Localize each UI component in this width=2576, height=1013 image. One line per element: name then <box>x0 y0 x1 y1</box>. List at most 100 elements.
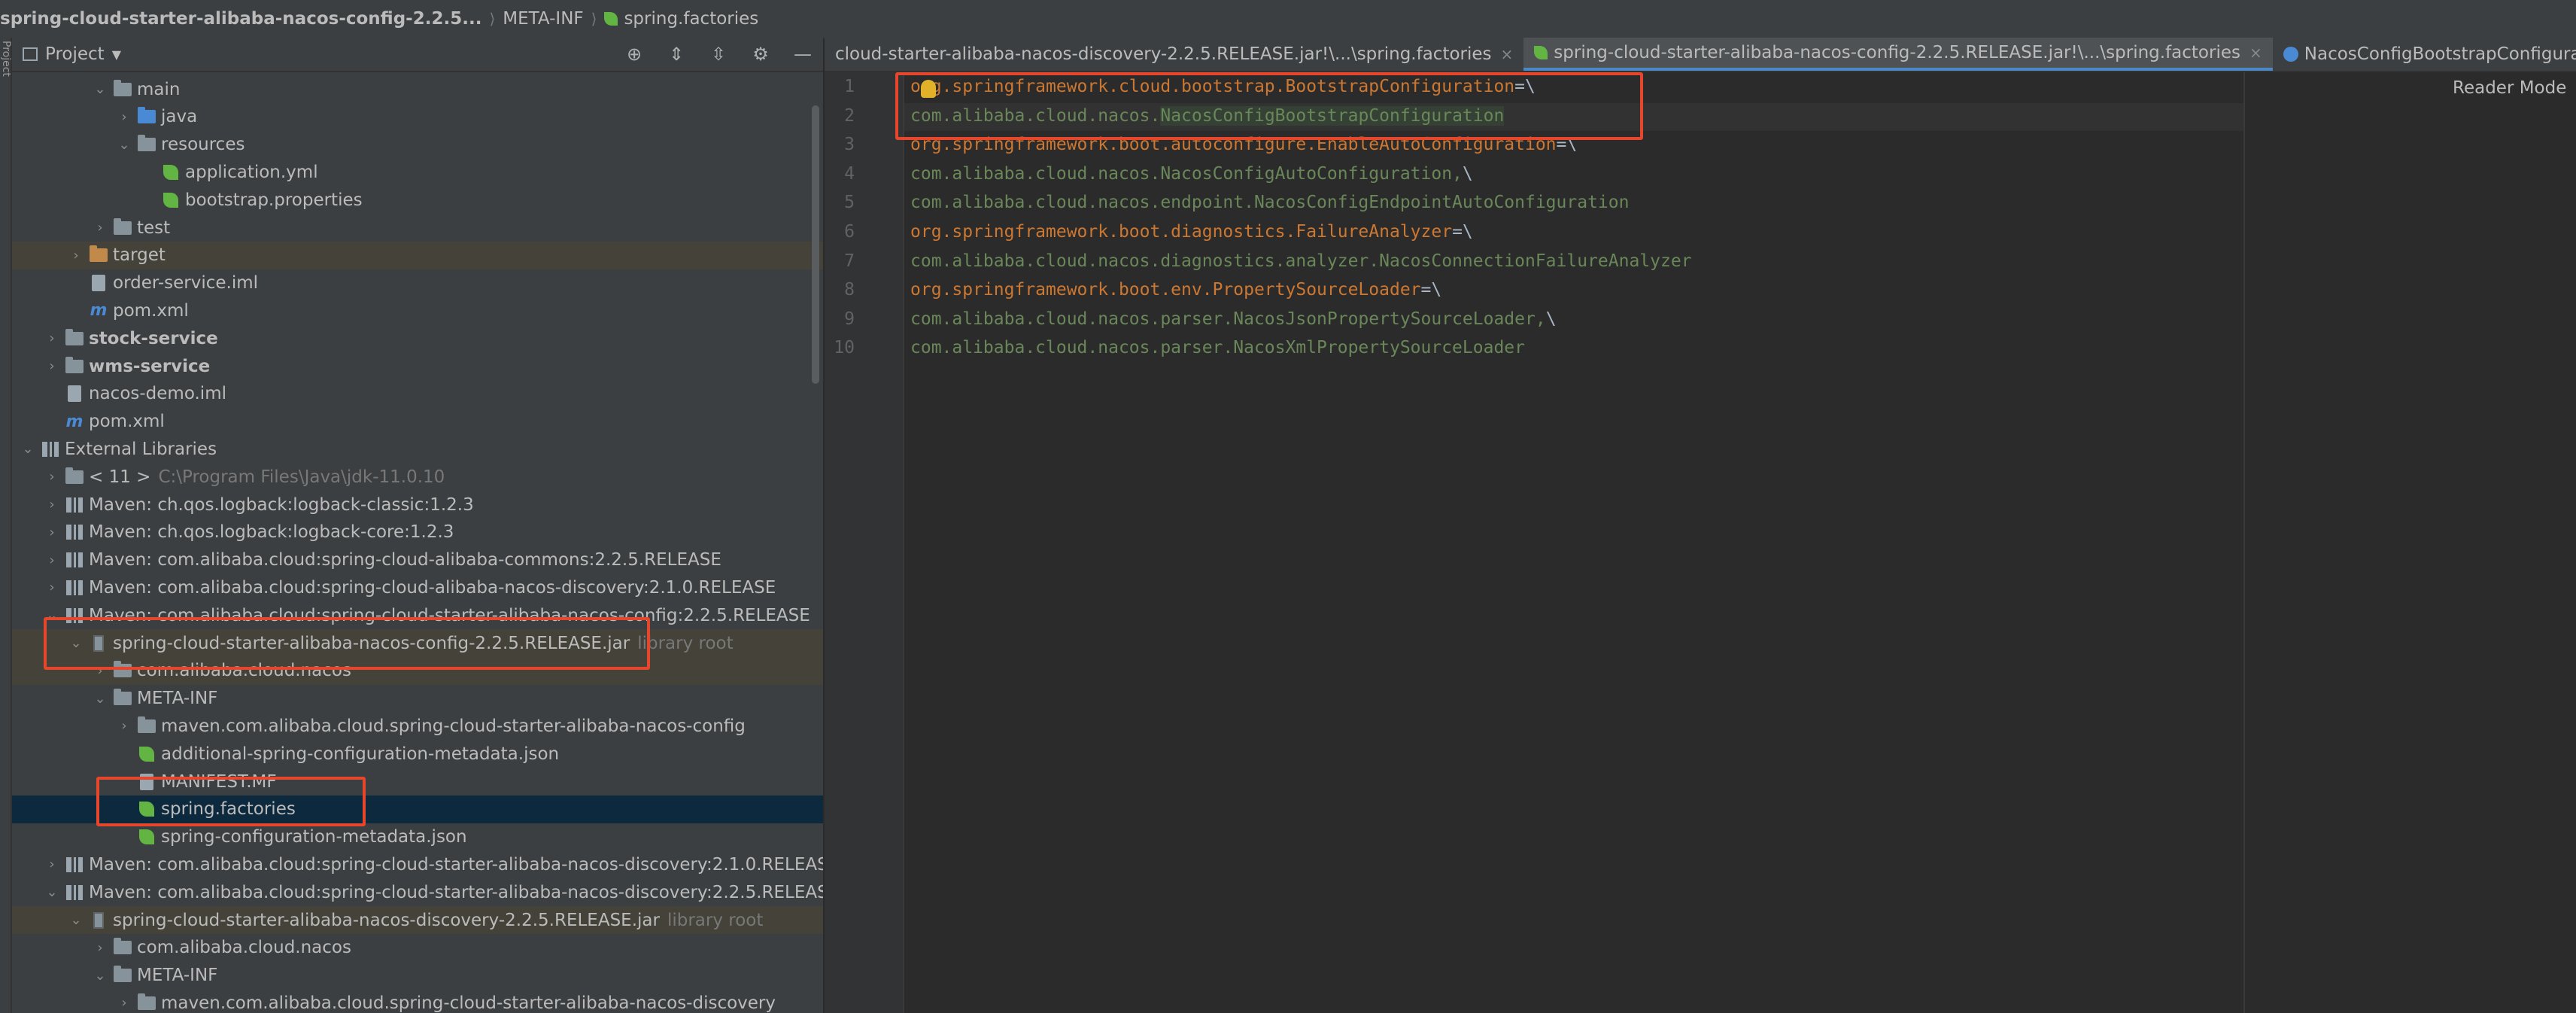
project-scrollbar[interactable] <box>812 105 819 384</box>
project-view-selector[interactable]: Project ▼ <box>23 44 121 64</box>
breadcrumb-item[interactable]: spring.factories <box>604 9 758 29</box>
tree-node[interactable]: ›mpom.xml <box>0 408 823 436</box>
expand-all-icon[interactable]: ⇕ <box>667 44 686 65</box>
code-token: NacosConfigBootstrapConfiguration <box>1160 105 1505 126</box>
tree-node[interactable]: › stock-service <box>0 324 823 352</box>
tree-node[interactable]: › Maven: com.alibaba.cloud:spring-cloud-a… <box>0 546 823 574</box>
tree-node-label: spring-cloud-starter-alibaba-nacos-disco… <box>113 910 660 930</box>
tree-node[interactable]: ⌄ Maven: com.alibaba.cloud:spring-cloud-s… <box>0 878 823 906</box>
breadcrumb-item[interactable]: META-INF <box>503 9 583 29</box>
tree-node[interactable]: › maven.com.alibaba.cloud.spring-cloud-st… <box>0 712 823 740</box>
tree-node[interactable]: ›order-service.iml <box>0 269 823 297</box>
code-line[interactable]: com.alibaba.cloud.nacos.endpoint.NacosCo… <box>910 193 1629 212</box>
line-number: 8 <box>844 280 855 300</box>
code-line[interactable]: org.springframework.cloud.bootstrap.Boot… <box>910 77 1536 96</box>
code-line[interactable]: com.alibaba.cloud.nacos.NacosConfigBoots… <box>910 105 1505 126</box>
breadcrumb-label: spring-cloud-starter-alibaba-nacos-confi… <box>0 9 482 29</box>
library-icon <box>65 524 84 540</box>
chevron-down-icon[interactable]: ⌄ <box>92 691 108 707</box>
code-token: org.springframework.cloud.bootstrap.Boot… <box>910 77 1515 96</box>
code-line[interactable]: org.springframework.boot.diagnostics.Fai… <box>910 222 1473 242</box>
chevron-right-icon[interactable]: › <box>92 220 108 236</box>
chevron-down-icon[interactable]: ⌄ <box>68 635 84 651</box>
line-number: 1 <box>844 77 855 96</box>
gear-icon[interactable]: ⚙ <box>751 44 770 65</box>
tree-node[interactable]: › com.alibaba.cloud.nacos <box>0 656 823 685</box>
tree-node[interactable]: ⌄ resources <box>0 131 823 159</box>
tree-node[interactable]: ⌄ spring-cloud-starter-alibaba-nacos-disc… <box>0 906 823 934</box>
tree-node[interactable]: › maven.com.alibaba.cloud.spring-cloud-st… <box>0 989 823 1013</box>
chevron-down-icon[interactable]: ⌄ <box>44 884 60 900</box>
chevron-down-icon[interactable]: ⌄ <box>92 81 108 97</box>
chevron-down-icon[interactable]: ⌄ <box>116 137 132 153</box>
project-tool-window-strip[interactable]: Project <box>0 38 12 1013</box>
lightbulb-icon[interactable] <box>921 80 936 98</box>
close-icon[interactable]: × <box>2249 44 2262 62</box>
tree-node[interactable]: ⌄ spring-cloud-starter-alibaba-nacos-conf… <box>0 629 823 657</box>
tree-node[interactable]: ›additional-spring-configuration-metadat… <box>0 740 823 768</box>
chevron-right-icon[interactable]: › <box>92 940 108 956</box>
tree-node[interactable]: › com.alibaba.cloud.nacos <box>0 934 823 962</box>
tree-node[interactable]: ›MANIFEST.MF <box>0 768 823 795</box>
chevron-down-icon[interactable]: ⌄ <box>92 968 108 984</box>
tree-node-label: test <box>137 218 171 238</box>
code-line[interactable]: com.alibaba.cloud.nacos.NacosConfigAutoC… <box>910 164 1473 184</box>
tree-node[interactable]: ⌄ META-INF <box>0 962 823 990</box>
chevron-right-icon[interactable]: › <box>44 358 60 374</box>
code-token: \ <box>1545 309 1557 329</box>
chevron-down-icon[interactable]: ⌄ <box>68 912 84 928</box>
tree-node[interactable]: ›mpom.xml <box>0 297 823 324</box>
chevron-right-icon[interactable]: › <box>44 497 60 513</box>
editor-tab[interactable]: spring-cloud-starter-alibaba-nacos-confi… <box>1523 38 2273 71</box>
tree-node[interactable]: › < 11 > C:\Program Files\Java\jdk-11.0.10 <box>0 463 823 491</box>
tree-node[interactable]: › test <box>0 214 823 242</box>
tree-node[interactable]: ›bootstrap.properties <box>0 186 823 214</box>
tree-node[interactable]: › java <box>0 103 823 131</box>
chevron-right-icon[interactable]: › <box>44 552 60 568</box>
reader-mode-button[interactable]: Reader Mode <box>2453 78 2566 98</box>
tree-node[interactable]: ›nacos-demo.iml <box>0 380 823 408</box>
code-line[interactable]: com.alibaba.cloud.nacos.parser.NacosJson… <box>910 309 1557 329</box>
tree-node[interactable]: › Maven: com.alibaba.cloud:spring-cloud-a… <box>0 573 823 601</box>
tree-node[interactable]: › wms-service <box>0 352 823 380</box>
code-line[interactable]: com.alibaba.cloud.nacos.parser.NacosXmlP… <box>910 338 1525 357</box>
chevron-down-icon[interactable]: ⌄ <box>44 607 60 623</box>
folder-icon <box>137 716 156 735</box>
tree-node-label: resources <box>161 135 245 155</box>
editor-tab[interactable]: cloud-starter-alibaba-nacos-discovery-2.… <box>825 38 1523 71</box>
tree-node[interactable]: › target <box>0 241 823 269</box>
chevron-right-icon[interactable]: › <box>116 718 132 734</box>
chevron-right-icon[interactable]: › <box>116 995 132 1011</box>
chevron-right-icon[interactable]: › <box>44 330 60 346</box>
locate-file-icon[interactable]: ⊕ <box>624 44 644 65</box>
chevron-right-icon[interactable]: › <box>44 580 60 595</box>
code-line[interactable]: com.alibaba.cloud.nacos.diagnostics.anal… <box>910 251 1692 271</box>
code-line[interactable]: org.springframework.boot.env.PropertySou… <box>910 280 1441 300</box>
hide-icon[interactable]: — <box>793 44 813 65</box>
tree-node[interactable]: › Maven: ch.qos.logback:logback-classic:1… <box>0 491 823 519</box>
collapse-all-icon[interactable]: ⇳ <box>709 44 728 65</box>
tree-node[interactable]: ⌄ External Libraries <box>0 435 823 463</box>
tree-node-label: additional-spring-configuration-metadata… <box>161 744 560 764</box>
tree-node[interactable]: ›application.yml <box>0 158 823 186</box>
chevron-down-icon[interactable]: ⌄ <box>20 441 36 457</box>
chevron-right-icon[interactable]: › <box>92 663 108 679</box>
tree-node[interactable]: ⌄ main <box>0 75 823 103</box>
folder-icon <box>65 467 84 485</box>
chevron-right-icon[interactable]: › <box>44 525 60 540</box>
chevron-right-icon[interactable]: › <box>44 856 60 872</box>
tree-node[interactable]: ›spring.factories <box>0 795 823 823</box>
tree-node[interactable]: ⌄ Maven: com.alibaba.cloud:spring-cloud-s… <box>0 601 823 629</box>
close-icon[interactable]: × <box>1501 45 1514 63</box>
chevron-right-icon[interactable]: › <box>44 469 60 485</box>
tree-node[interactable]: ›spring-configuration-metadata.json <box>0 823 823 851</box>
tree-node[interactable]: › Maven: com.alibaba.cloud:spring-cloud-s… <box>0 850 823 878</box>
code-line[interactable]: org.springframework.boot.autoconfigure.E… <box>910 135 1577 154</box>
file-icon <box>137 773 156 790</box>
chevron-right-icon[interactable]: › <box>116 109 132 125</box>
breadcrumb-item[interactable]: spring-cloud-starter-alibaba-nacos-confi… <box>0 9 481 29</box>
tree-node[interactable]: ⌄ META-INF <box>0 685 823 713</box>
chevron-right-icon[interactable]: › <box>68 248 84 263</box>
tree-node[interactable]: › Maven: ch.qos.logback:logback-core:1.2.… <box>0 519 823 546</box>
editor-tab[interactable]: NacosConfigBootstrapConfiguration.class <box>2273 38 2576 71</box>
